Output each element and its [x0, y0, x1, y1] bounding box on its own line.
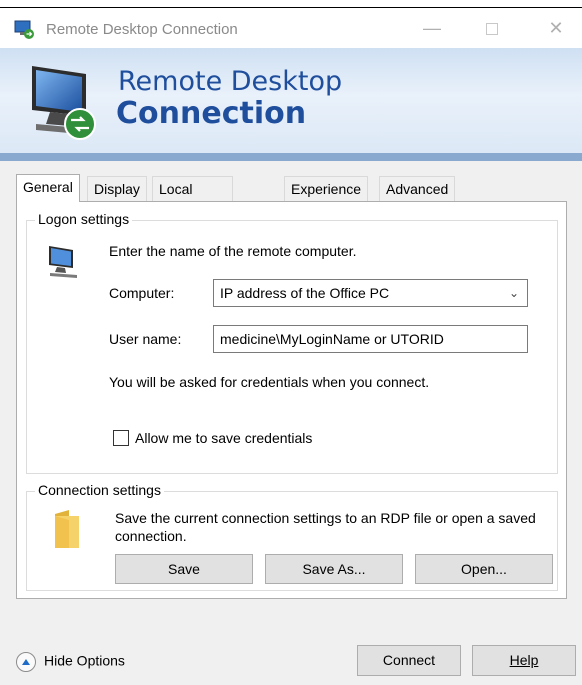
- banner-title-line1: Remote Desktop: [118, 66, 343, 97]
- window-title: Remote Desktop Connection: [46, 21, 238, 38]
- close-button[interactable]: ✕: [536, 14, 576, 42]
- top-border: [0, 0, 582, 8]
- help-label: Help: [509, 652, 539, 668]
- folder-icon: [55, 510, 79, 548]
- tab-general[interactable]: General: [16, 174, 80, 202]
- save-credentials-checkbox[interactable]: [113, 430, 129, 446]
- computer-icon: [49, 246, 77, 278]
- remote-desktop-app-icon: [14, 20, 34, 39]
- save-button[interactable]: Save: [115, 554, 253, 584]
- username-label: User name:: [109, 331, 182, 347]
- tab-experience[interactable]: Experience: [284, 176, 369, 201]
- computer-label: Computer:: [109, 285, 175, 301]
- banner-title-line2: Connection: [116, 96, 307, 131]
- monitor-connection-icon: [32, 66, 96, 140]
- tab-advanced[interactable]: Advanced: [379, 176, 456, 201]
- computer-value: IP address of the Office PC: [220, 285, 390, 301]
- banner-divider: [0, 153, 582, 161]
- logon-settings-title: Logon settings: [35, 211, 133, 227]
- maximize-button[interactable]: [472, 14, 512, 42]
- hide-options-label: Hide Options: [44, 652, 125, 669]
- logon-instruction: Enter the name of the remote computer.: [109, 243, 357, 259]
- username-field[interactable]: medicine\MyLoginName or UTORID: [213, 325, 528, 353]
- tab-local-resources[interactable]: Local Resources: [152, 176, 233, 221]
- credentials-note: You will be asked for credentials when y…: [109, 374, 430, 390]
- save-as-button[interactable]: Save As...: [265, 554, 403, 584]
- hide-options-toggle[interactable]: Hide Options: [16, 652, 125, 672]
- chevron-down-icon: ⌄: [508, 286, 519, 300]
- banner: Remote Desktop Connection: [0, 48, 582, 153]
- logon-settings-group: Logon settings Enter the name of the rem…: [26, 211, 558, 474]
- connection-settings-group: Connection settings Save the current con…: [26, 482, 558, 591]
- connection-description: Save the current connection settings to …: [115, 510, 536, 544]
- minimize-icon: —: [423, 18, 441, 38]
- connect-button[interactable]: Connect: [357, 645, 461, 676]
- minimize-button[interactable]: —: [412, 14, 452, 42]
- open-button[interactable]: Open...: [415, 554, 553, 584]
- maximize-icon: [486, 23, 498, 36]
- close-icon: ✕: [548, 18, 564, 38]
- chevron-up-icon: [16, 652, 36, 672]
- connection-settings-title: Connection settings: [35, 482, 164, 498]
- help-button[interactable]: Help: [472, 645, 576, 676]
- computer-select[interactable]: IP address of the Office PC ⌄: [213, 279, 528, 307]
- save-credentials-label[interactable]: Allow me to save credentials: [135, 430, 312, 446]
- tab-panel-general: Logon settings Enter the name of the rem…: [16, 201, 567, 599]
- title-bar: Remote Desktop Connection — ✕: [0, 8, 582, 48]
- tab-display[interactable]: Display: [87, 176, 147, 201]
